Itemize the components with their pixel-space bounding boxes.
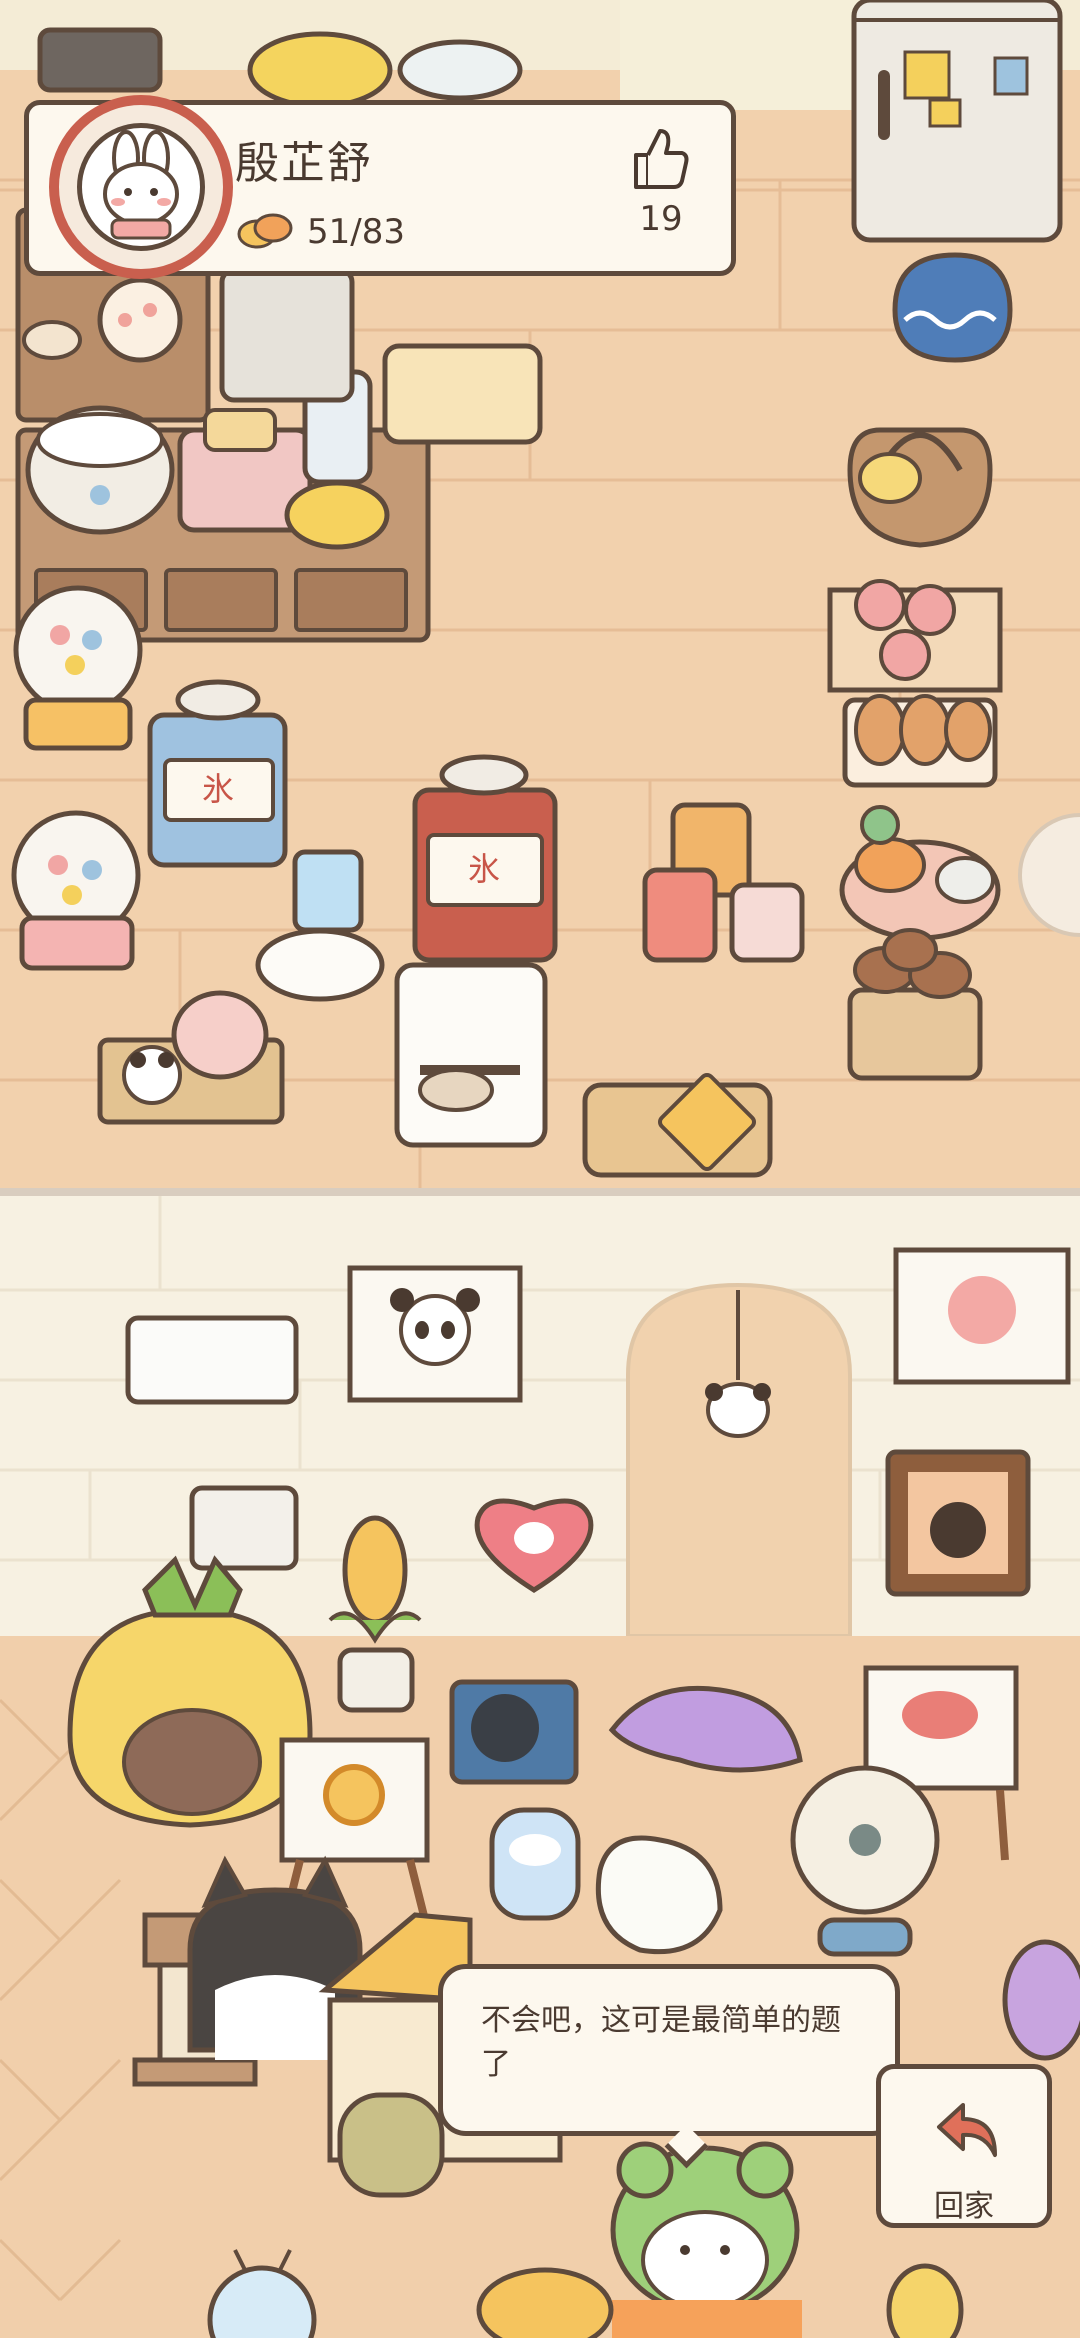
- rice-cooker: [25, 405, 175, 535]
- blue-cushion: [892, 252, 1013, 363]
- air-conditioner: [125, 1315, 299, 1405]
- return-arrow-icon: [933, 2097, 1003, 2171]
- bread-basket: [842, 694, 998, 788]
- fruit-basket: [847, 427, 993, 548]
- collection-progress: 51/83: [235, 207, 405, 257]
- bread-icon: [235, 210, 295, 254]
- panda-poster: [347, 1265, 523, 1403]
- purple-plant: [1002, 1939, 1080, 2061]
- bread-slice: [382, 343, 543, 445]
- yellow-hat: [476, 2267, 614, 2338]
- svg-text:氷: 氷: [468, 850, 500, 888]
- record-player: [449, 1679, 579, 1785]
- frog-hat-cat: [610, 2141, 802, 2338]
- go-home-button[interactable]: 回家: [876, 2064, 1052, 2228]
- bunny-avatar-icon: [77, 123, 205, 251]
- bear-picture-frame: [885, 1449, 1031, 1597]
- speech-text: 不会吧，这可是最简单的题了: [481, 2003, 841, 2082]
- gumball-machine-yellow: [13, 585, 143, 751]
- svg-text:氷: 氷: [202, 770, 234, 808]
- go-home-label: 回家: [934, 2189, 994, 2224]
- like-button[interactable]: 19: [621, 125, 701, 239]
- player-profile-card[interactable]: 殷芷舒 51/83 19: [24, 95, 736, 279]
- peach-crate: [827, 579, 1003, 693]
- cutting-board: [582, 1072, 773, 1178]
- gumball-machine-pink: [11, 810, 141, 971]
- npc-speech-bubble: 不会吧，这可是最简单的题了: [438, 1964, 900, 2169]
- thumbs-up-icon: [630, 129, 692, 195]
- player-avatar[interactable]: [49, 95, 233, 279]
- like-count: 19: [639, 199, 683, 239]
- fridge: [851, 0, 1063, 243]
- player-name: 殷芷舒: [235, 138, 373, 189]
- toy-robot: [489, 1807, 581, 1921]
- progress-count: 51/83: [307, 212, 405, 252]
- flower-poster: [893, 1247, 1071, 1385]
- wall-appliance: [189, 1485, 299, 1571]
- toy-duck: [886, 2263, 964, 2338]
- coffee-machine: [394, 962, 548, 1148]
